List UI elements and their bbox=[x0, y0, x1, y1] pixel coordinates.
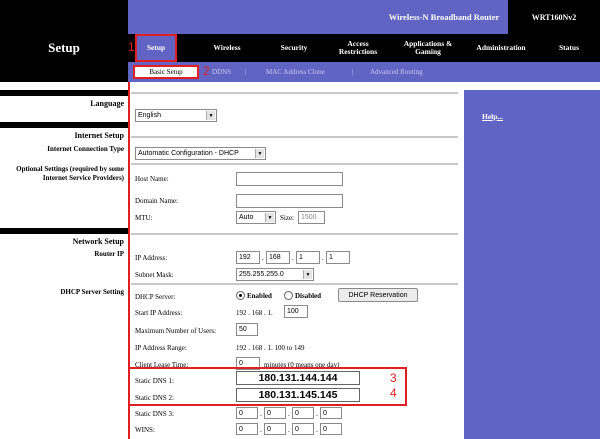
wins-label: WINS: bbox=[135, 426, 155, 434]
chevron-down-icon: ▼ bbox=[255, 149, 264, 158]
divider bbox=[131, 136, 458, 138]
callout-1: 1 bbox=[128, 40, 135, 54]
dot: . bbox=[316, 410, 318, 418]
subnet-mask-select[interactable]: 255.255.255.0 ▼ bbox=[236, 268, 314, 281]
language-section-title: Language bbox=[90, 99, 124, 108]
tab-applications-gaming[interactable]: Applications & Gaming bbox=[394, 34, 462, 62]
callout-2: 2 bbox=[203, 64, 210, 78]
ip-octet-2[interactable]: 168 bbox=[266, 251, 290, 264]
language-select[interactable]: English ▼ bbox=[135, 109, 217, 122]
divider bbox=[131, 163, 458, 165]
network-setup-title: Network Setup bbox=[72, 237, 124, 246]
wins-octet-3[interactable]: 0 bbox=[292, 423, 314, 435]
language-value: English bbox=[138, 112, 161, 119]
ip-range-value: 192 . 168 . 1. 100 to 149 bbox=[236, 344, 305, 352]
router-ip-label: Router IP bbox=[94, 250, 124, 258]
internet-setup-title: Internet Setup bbox=[74, 131, 124, 140]
domain-name-label: Domain Name: bbox=[135, 197, 178, 205]
ip-address-label: IP Address: bbox=[135, 254, 168, 262]
subnav-separator: | bbox=[352, 68, 354, 76]
dot: . bbox=[288, 426, 290, 434]
model-name: WRT160Nv2 bbox=[508, 0, 600, 34]
section-title: Setup bbox=[48, 40, 80, 55]
product-name: Wireless-N Broadband Router bbox=[388, 12, 500, 22]
static-dns-1-label: Static DNS 1: bbox=[135, 377, 174, 385]
mtu-label: MTU: bbox=[135, 214, 153, 222]
subnav-separator: | bbox=[245, 68, 247, 76]
subtab-ddns[interactable]: DDNS bbox=[212, 65, 231, 79]
static-dns-3-label: Static DNS 3: bbox=[135, 410, 174, 418]
size-label: Size: bbox=[280, 214, 294, 222]
mtu-size-input[interactable]: 1500 bbox=[298, 211, 325, 224]
dns3-octet-2[interactable]: 0 bbox=[264, 407, 286, 419]
dhcp-disabled-radio[interactable] bbox=[284, 291, 293, 300]
mtu-value: Auto bbox=[239, 214, 254, 221]
tab-status[interactable]: Status bbox=[546, 34, 592, 62]
mtu-select[interactable]: Auto ▼ bbox=[236, 211, 276, 224]
host-name-label: Host Name: bbox=[135, 175, 169, 183]
subtab-basic-setup[interactable]: Basic Setup bbox=[133, 65, 199, 79]
dhcp-reservation-button[interactable]: DHCP Reservation bbox=[338, 288, 418, 302]
static-dns-2-input[interactable]: 180.131.145.145 bbox=[236, 388, 360, 402]
wins-octet-1[interactable]: 0 bbox=[236, 423, 258, 435]
ip-octet-4[interactable]: 1 bbox=[326, 251, 350, 264]
connection-type-label: Internet Connection Type bbox=[47, 145, 124, 153]
dhcp-server-label: DHCP Server: bbox=[135, 293, 176, 301]
optional-settings-label: Optional Settings (required by some Inte… bbox=[16, 165, 124, 182]
chevron-down-icon: ▼ bbox=[206, 111, 215, 120]
subnet-mask-value: 255.255.255.0 bbox=[239, 271, 284, 278]
dhcp-enabled-radio[interactable] bbox=[236, 291, 245, 300]
left-divider bbox=[0, 90, 128, 96]
domain-name-input[interactable] bbox=[236, 194, 343, 208]
max-users-input[interactable]: 50 bbox=[236, 323, 258, 336]
dns3-octet-4[interactable]: 0 bbox=[320, 407, 342, 419]
chevron-down-icon: ▼ bbox=[303, 270, 312, 279]
help-link[interactable]: Help... bbox=[482, 112, 503, 121]
dns3-octet-1[interactable]: 0 bbox=[236, 407, 258, 419]
dot: . bbox=[316, 426, 318, 434]
subtab-mac-address-clone[interactable]: MAC Address Clone bbox=[266, 65, 325, 79]
divider bbox=[131, 233, 458, 235]
start-ip-input[interactable]: 100 bbox=[284, 305, 308, 318]
start-ip-label: Start IP Address: bbox=[135, 309, 183, 317]
dhcp-enabled-label: Enabled bbox=[247, 292, 272, 300]
callout-3: 3 bbox=[390, 371, 397, 385]
connection-type-value: Automatic Configuration - DHCP bbox=[138, 150, 239, 157]
max-users-label: Maximum Number of Users: bbox=[135, 327, 217, 335]
dot: . bbox=[322, 254, 324, 262]
connection-type-select[interactable]: Automatic Configuration - DHCP ▼ bbox=[135, 147, 266, 160]
dhcp-server-setting-label: DHCP Server Setting bbox=[60, 288, 124, 296]
subtab-advanced-routing[interactable]: Advanced Routing bbox=[370, 65, 423, 79]
tab-administration[interactable]: Administration bbox=[466, 34, 536, 62]
divider bbox=[131, 92, 458, 94]
tab-setup[interactable]: Setup bbox=[135, 34, 177, 62]
left-divider bbox=[0, 228, 128, 234]
subnet-mask-label: Subnet Mask: bbox=[135, 271, 174, 279]
left-divider bbox=[0, 122, 128, 128]
dot: . bbox=[260, 426, 262, 434]
wins-octet-2[interactable]: 0 bbox=[264, 423, 286, 435]
ip-octet-3[interactable]: 1 bbox=[296, 251, 320, 264]
static-dns-2-label: Static DNS 2: bbox=[135, 394, 174, 402]
tab-wireless[interactable]: Wireless bbox=[202, 34, 252, 62]
dot: . bbox=[292, 254, 294, 262]
divider bbox=[131, 283, 458, 285]
chevron-down-icon: ▼ bbox=[265, 213, 274, 222]
dot: . bbox=[262, 254, 264, 262]
host-name-input[interactable] bbox=[236, 172, 343, 186]
help-panel bbox=[464, 90, 600, 439]
static-dns-1-input[interactable]: 180.131.144.144 bbox=[236, 371, 360, 385]
ip-range-label: IP Address Range: bbox=[135, 344, 187, 352]
tab-access-restrictions[interactable]: Access Restrictions bbox=[330, 34, 386, 62]
start-ip-prefix: 192 . 168 . 1. bbox=[236, 309, 273, 317]
dns3-octet-3[interactable]: 0 bbox=[292, 407, 314, 419]
dot: . bbox=[260, 410, 262, 418]
tab-security[interactable]: Security bbox=[268, 34, 320, 62]
ip-octet-1[interactable]: 192 bbox=[236, 251, 260, 264]
dhcp-disabled-label: Disabled bbox=[295, 292, 322, 300]
dot: . bbox=[288, 410, 290, 418]
wins-octet-4[interactable]: 0 bbox=[320, 423, 342, 435]
callout-4: 4 bbox=[390, 386, 397, 400]
